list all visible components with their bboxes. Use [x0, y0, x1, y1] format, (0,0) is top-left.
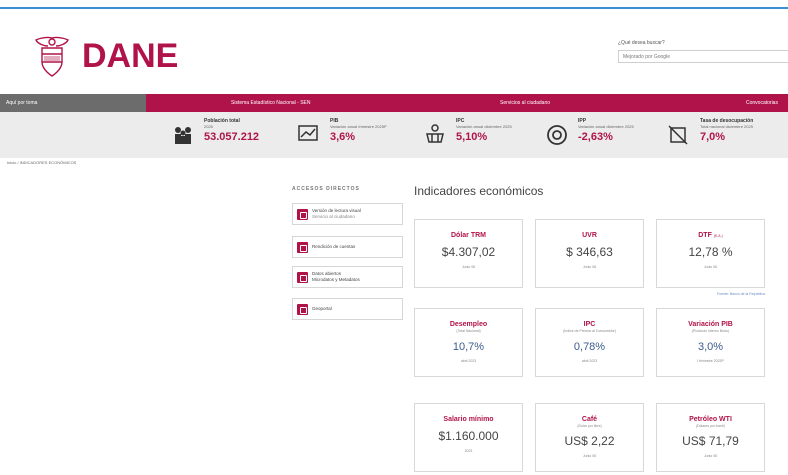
stat-value: -2,63%	[578, 131, 613, 143]
brand-name: DANE	[82, 36, 179, 75]
indicator-name: Café	[581, 416, 598, 423]
indicator-name: Variación PIB	[688, 321, 733, 328]
indicator-value: $ 346,63	[566, 245, 613, 259]
stat-value: 3,6%	[330, 131, 356, 143]
cart-icon	[426, 124, 444, 143]
visual-reading-icon	[297, 208, 308, 220]
indicator-date: abril 2023	[581, 359, 598, 363]
indicator-card-trm[interactable]: Dólar TRM $4.307,02 Junio 06	[414, 219, 523, 288]
unemployment-icon	[668, 125, 688, 145]
indicator-date: Junio 06	[461, 265, 476, 269]
direct-access-label: Rendición de cuentas	[312, 244, 356, 249]
indicator-date: Junio 06	[703, 265, 718, 269]
indicator-value: $1.160.000	[438, 429, 499, 443]
stat-unemployment[interactable]: Tasa de desocupación Total nacional dici…	[666, 118, 753, 148]
direct-access-sub: Servicio al ciudadano	[312, 214, 355, 219]
direct-access-label: Geoportal	[312, 306, 332, 311]
indicator-card-unemployment[interactable]: Desempleo (Total Nacional) 10,7% abril 2…	[414, 308, 523, 377]
indicator-date: I trimestre 2023P	[697, 359, 724, 363]
top-bar	[0, 0, 788, 5]
indicator-value: US$ 71,79	[682, 434, 739, 448]
ipp-icon	[547, 125, 567, 145]
search-area: ¿Qué desea buscar? Mejorado por Google	[618, 40, 788, 63]
nav-item-label: Aquí por toma	[6, 100, 38, 106]
indicator-name: Desempleo	[449, 321, 488, 328]
indicator-value: $4.307,02	[441, 245, 496, 259]
stat-sub: Variación anual trimestre 2025P	[330, 124, 387, 129]
indicator-sub: (Dólar por libra)	[577, 424, 602, 428]
indicator-value: US$ 2,22	[564, 434, 615, 448]
population-icon	[175, 127, 191, 144]
stat-sub: 2025	[204, 124, 213, 129]
indicator-value: 12,78 %	[688, 245, 733, 259]
indicator-name: Salario mínimo	[443, 416, 494, 423]
indicator-value: 3,0%	[697, 341, 724, 353]
indicator-name: Petróleo WTI	[689, 416, 732, 423]
stat-gdp[interactable]: PIB Variación anual trimestre 2025P 3,6%	[296, 118, 387, 148]
indicator-sub: (Dólares por barril)	[695, 424, 726, 428]
indicator-sub: (Producto Interno Bruto)	[691, 329, 730, 333]
indicators-source-note[interactable]: Fuente: Banco de la República	[717, 292, 765, 296]
search-input[interactable]: Mejorado por Google	[618, 50, 788, 63]
stat-ipp[interactable]: IPP Variación anual diciembre 2025 -2,63…	[544, 118, 634, 148]
nav-item-1[interactable]: Sistema Estadístico Nacional - SEN	[231, 100, 310, 106]
nav-item-0[interactable]: Aquí por toma	[0, 94, 146, 112]
nav-item-2[interactable]: Servicios al ciudadano	[500, 100, 550, 106]
site-header: DANE ¿Qué desea buscar? Mejorado por Goo…	[0, 10, 788, 94]
stat-sub: Total nacional diciembre 2025	[700, 124, 753, 129]
top-accent-line	[0, 7, 788, 9]
indicator-sub: (Índice de Precios al Consumidor)	[563, 329, 616, 333]
stat-value: 7,0%	[700, 131, 726, 143]
nav-item-3[interactable]: Convocatorias	[746, 100, 778, 106]
breadcrumb[interactable]: Inicio / INDICADORES ECONÓMICOS	[7, 160, 76, 165]
indicator-sub: (Total Nacional)	[456, 329, 481, 333]
search-label: ¿Qué desea buscar?	[618, 40, 665, 46]
direct-access-item-open-data[interactable]: Datos abiertos Microdatos y Metadatos	[292, 266, 403, 288]
stat-sub: Variación anual diciembre 2025	[456, 124, 512, 129]
indicator-date: abril 2023	[460, 359, 477, 363]
direct-access-item-visual[interactable]: Versión de lectura visual Servicio al ci…	[292, 203, 403, 225]
gdp-icon	[298, 125, 318, 141]
direct-access-sub: Microdatos y Metadatos	[312, 277, 360, 282]
indicator-value: 10,7%	[452, 341, 485, 353]
direct-access-item-accountability[interactable]: Rendición de cuentas	[292, 236, 403, 258]
stat-population[interactable]: Población total 2025 53.057.212	[170, 118, 259, 148]
dane-logo[interactable]: DANE	[30, 32, 178, 80]
indicator-card-uvr[interactable]: UVR $ 346,63 Junio 06	[535, 219, 644, 288]
indicator-tag: (E.A.)	[713, 234, 723, 238]
indicator-card-dtf[interactable]: DTF (E.A.) 12,78 % Junio 06	[656, 219, 765, 288]
indicator-date: Junio 06	[703, 454, 718, 458]
nav-bar: Sistema Estadístico Nacional - SEN Servi…	[146, 94, 788, 112]
indicator-name: IPC	[583, 321, 596, 328]
indicator-name-text: DTF	[698, 232, 712, 239]
indicator-card-coffee[interactable]: Café (Dólar por libra) US$ 2,22 Junio 06	[535, 403, 644, 472]
indicator-name: Dólar TRM	[451, 232, 486, 239]
indicator-card-ipc[interactable]: IPC (Índice de Precios al Consumidor) 0,…	[535, 308, 644, 377]
indicator-date: Junio 06	[582, 454, 597, 458]
indicator-name: UVR	[582, 232, 597, 239]
indicator-card-gdp[interactable]: Variación PIB (Producto Interno Bruto) 3…	[656, 308, 765, 377]
indicator-card-min-wage[interactable]: Salario mínimo $1.160.000 2023	[414, 403, 523, 472]
indicator-date: Junio 06	[582, 265, 597, 269]
geoportal-icon	[297, 303, 308, 315]
main-nav: Aquí por toma Sistema Estadístico Nacion…	[0, 94, 788, 112]
stat-ipc[interactable]: IPC Variación anual diciembre 2025 5,10%	[422, 118, 512, 148]
direct-access-item-geoportal[interactable]: Geoportal	[292, 298, 403, 320]
stat-value: 53.057.212	[204, 131, 260, 143]
indicator-card-oil[interactable]: Petróleo WTI (Dólares por barril) US$ 71…	[656, 403, 765, 472]
indicator-name: DTF (E.A.)	[657, 232, 764, 239]
stat-sub: Variación anual diciembre 2025	[578, 124, 634, 129]
coat-of-arms-icon	[35, 36, 69, 77]
indicators-title: Indicadores económicos	[414, 184, 544, 198]
stats-bar: Población total 2025 53.057.212 PIB Vari…	[0, 112, 788, 158]
open-data-icon	[297, 271, 308, 283]
direct-access-title: ACCESOS DIRECTOS	[292, 186, 360, 192]
accountability-icon	[297, 241, 308, 253]
stat-value: 5,10%	[456, 131, 488, 143]
indicator-date: 2023	[464, 449, 473, 453]
indicator-value: 0,78%	[573, 341, 606, 353]
